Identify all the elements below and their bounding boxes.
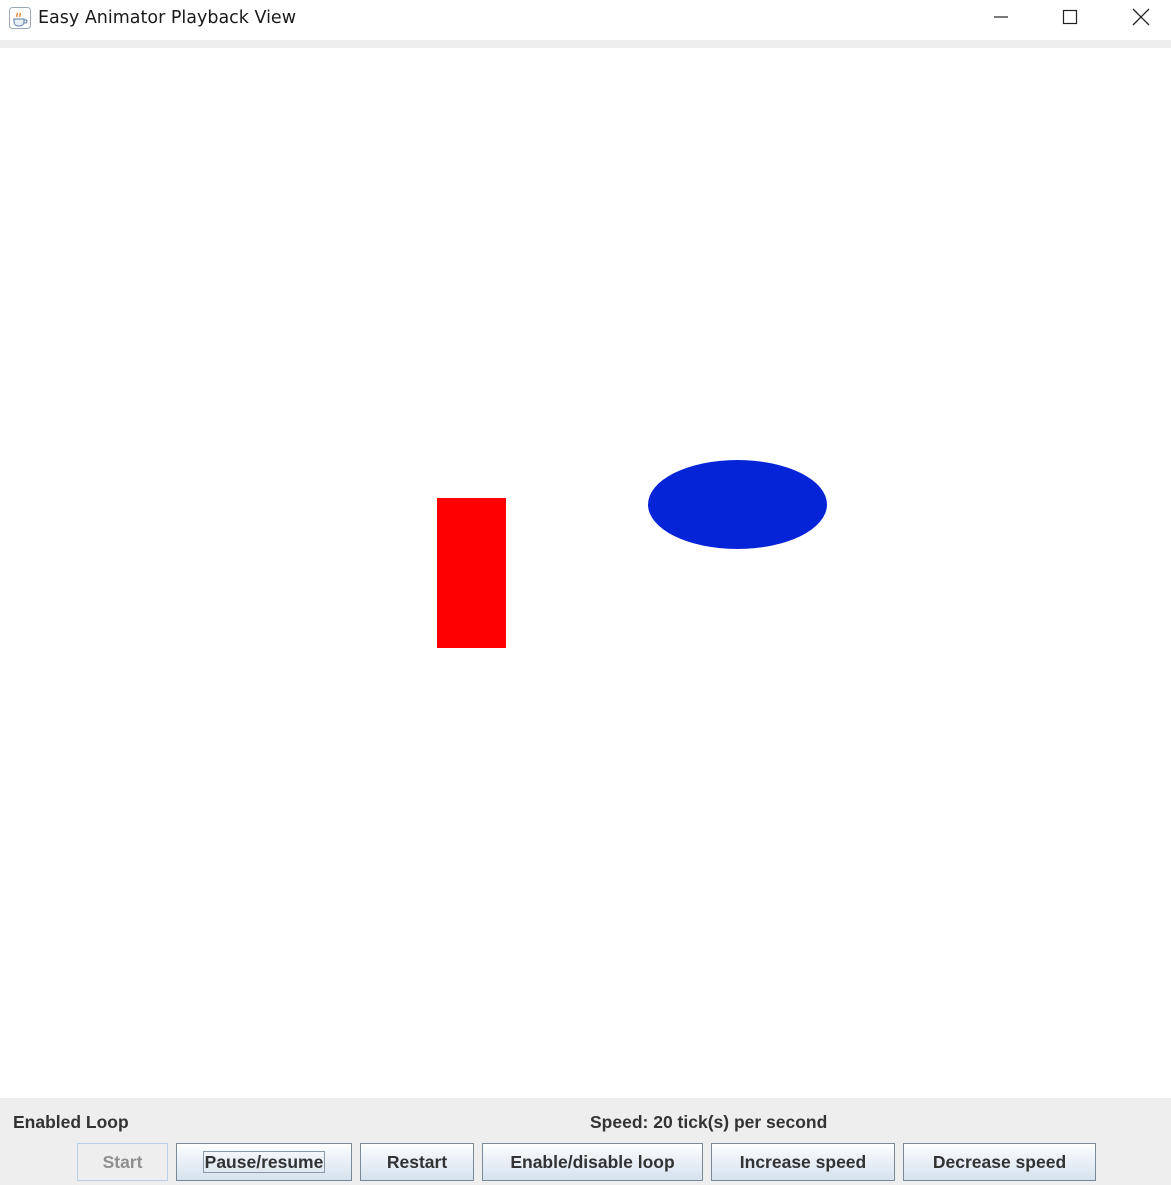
java-coffee-cup-icon [9, 7, 31, 29]
title-bar[interactable]: Easy Animator Playback View [0, 0, 1171, 40]
pause-resume-label: Pause/resume [202, 1151, 326, 1173]
restart-button[interactable]: Restart [360, 1143, 474, 1181]
titlebar-separator [0, 40, 1171, 48]
control-panel: Enabled Loop Speed: 20 tick(s) per secon… [0, 1098, 1171, 1185]
increase-speed-button[interactable]: Increase speed [711, 1143, 895, 1181]
window-title: Easy Animator Playback View [38, 8, 297, 28]
animation-canvas [0, 48, 1171, 1098]
minimize-button[interactable] [966, 0, 1036, 38]
close-icon [1132, 8, 1150, 30]
speed-status-label: Speed: 20 tick(s) per second [590, 1112, 828, 1132]
pause-resume-button[interactable]: Pause/resume [176, 1143, 352, 1181]
toggle-loop-button[interactable]: Enable/disable loop [482, 1143, 703, 1181]
maximize-button[interactable] [1035, 0, 1105, 38]
app-window: Easy Animator Playback View Enabled Loop… [0, 0, 1171, 1185]
red-rectangle-shape [437, 498, 506, 648]
minimize-icon [993, 9, 1009, 29]
decrease-speed-button[interactable]: Decrease speed [903, 1143, 1096, 1181]
blue-ellipse-shape [648, 460, 827, 549]
loop-status-label: Enabled Loop [13, 1112, 129, 1132]
maximize-icon [1062, 9, 1078, 29]
close-button[interactable] [1106, 0, 1171, 38]
start-button[interactable]: Start [77, 1143, 168, 1181]
